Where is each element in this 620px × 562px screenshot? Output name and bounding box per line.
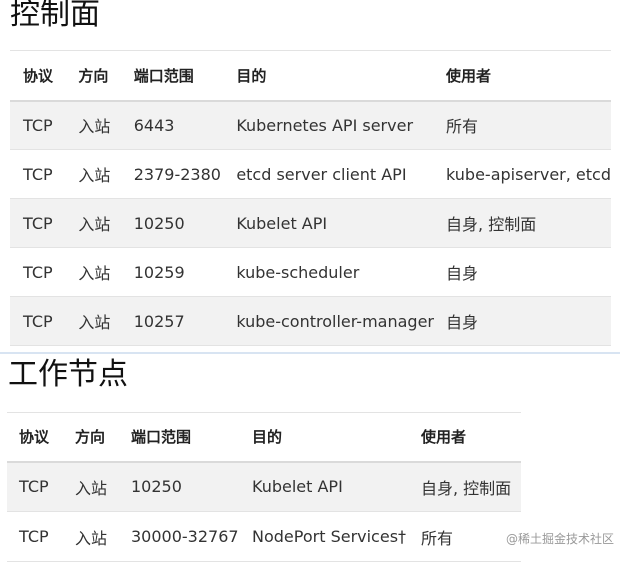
cell-protocol: TCP <box>23 115 53 135</box>
column-header-protocol: 协议 <box>23 66 54 85</box>
cell-used-by: 自身 <box>446 264 479 283</box>
section-divider <box>0 352 620 354</box>
cell-direction: 入站 <box>78 264 111 283</box>
cell-used-by: 自身, 控制面 <box>446 215 537 234</box>
cell-purpose: kube-controller-manager <box>236 311 434 331</box>
table-row: TCP 入站 10250 Kubelet API 自身, 控制面 <box>10 198 611 248</box>
cell-purpose: Kubernetes API server <box>236 115 414 135</box>
table-header-row: 协议 方向 端口范围 目的 使用者 <box>7 412 521 462</box>
column-header-direction: 方向 <box>75 428 106 447</box>
table-header-row: 协议 方向 端口范围 目的 使用者 <box>10 50 611 101</box>
control-plane-heading: 控制面 <box>10 0 100 32</box>
table-row: TCP 入站 6443 Kubernetes API server 所有 <box>10 100 611 150</box>
cell-port-range: 2379-2380 <box>133 164 221 184</box>
cell-port-range: 10257 <box>133 311 185 331</box>
watermark-text: @稀土掘金技术社区 <box>505 532 614 546</box>
cell-purpose: kube-scheduler <box>236 262 360 282</box>
cell-used-by: 所有 <box>446 117 479 137</box>
cell-protocol: TCP <box>19 527 49 546</box>
cell-protocol: TCP <box>23 164 53 184</box>
table-row: TCP 入站 10250 Kubelet API 自身, 控制面 <box>7 461 521 512</box>
worker-nodes-ports-table: 协议 方向 端口范围 目的 使用者 TCP 入站 10250 Kubelet A… <box>7 412 521 562</box>
cell-direction: 入站 <box>78 166 111 185</box>
cell-port-range: 30000-32767 <box>131 527 239 546</box>
cell-used-by: 自身 <box>446 313 479 332</box>
column-header-used-by: 使用者 <box>446 66 492 85</box>
column-header-purpose: 目的 <box>252 428 283 447</box>
cell-protocol: TCP <box>23 262 53 282</box>
column-header-purpose: 目的 <box>236 66 267 85</box>
cell-port-range: 10250 <box>133 213 185 233</box>
cell-purpose: Kubelet API <box>252 477 343 497</box>
table-row: TCP 入站 2379-2380 etcd server client API … <box>10 150 611 199</box>
cell-protocol: TCP <box>19 477 49 497</box>
table-row: TCP 入站 10257 kube-controller-manager 自身 <box>10 296 611 346</box>
column-header-port-range: 端口范围 <box>131 428 192 447</box>
cell-port-range: 10259 <box>133 262 185 282</box>
cell-purpose: Kubelet API <box>236 213 328 233</box>
column-header-used-by: 使用者 <box>421 428 467 447</box>
worker-nodes-heading: 工作节点 <box>8 357 128 392</box>
column-header-direction: 方向 <box>78 66 109 85</box>
cell-purpose: etcd server client API <box>236 164 407 184</box>
cell-port-range: 6443 <box>133 115 175 135</box>
cell-direction: 入站 <box>75 478 108 498</box>
column-header-port-range: 端口范围 <box>133 66 194 85</box>
column-header-protocol: 协议 <box>19 428 50 447</box>
cell-protocol: TCP <box>23 311 53 331</box>
cell-purpose: NodePort Services† <box>252 527 407 546</box>
control-plane-ports-table: 协议 方向 端口范围 目的 使用者 TCP 入站 6443 Kubernetes… <box>10 50 611 346</box>
table-row: TCP 入站 30000-32767 NodePort Services† 所有 <box>7 512 521 562</box>
cell-direction: 入站 <box>75 528 108 548</box>
cell-protocol: TCP <box>23 213 53 233</box>
table-row: TCP 入站 10259 kube-scheduler 自身 <box>10 248 611 297</box>
cell-direction: 入站 <box>78 215 111 234</box>
cell-direction: 入站 <box>78 117 111 137</box>
cell-used-by: 自身, 控制面 <box>421 478 512 498</box>
cell-direction: 入站 <box>78 313 111 332</box>
cell-used-by: kube-apiserver, etcd <box>446 164 611 184</box>
cell-port-range: 10250 <box>131 477 182 497</box>
